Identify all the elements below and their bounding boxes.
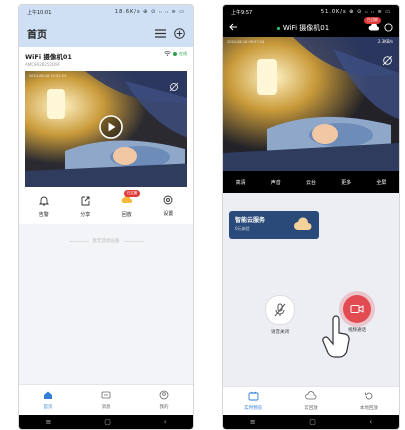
home-screen: 上午10:01 18.6K/s ⊕ ⊙ ᵢᵢ ᵢᵢ ≋ ▭ 首页 WiFi 摄像… bbox=[18, 4, 194, 430]
nav-local-playback[interactable]: 本地回放 bbox=[360, 391, 378, 411]
message-icon bbox=[101, 390, 111, 402]
nav-cloud-playback[interactable]: 云回放 bbox=[304, 391, 318, 411]
video-controls: 高清 声音 云台 更多 全屏 bbox=[223, 171, 399, 193]
nav-cloud-label: 云回放 bbox=[304, 406, 318, 411]
home-header: 首页 bbox=[19, 19, 193, 47]
live-title: WiFi 摄像机01 bbox=[276, 23, 330, 33]
camera-preview[interactable]: 2024-08-16 10:01:23 bbox=[25, 71, 187, 187]
sound-button[interactable]: 声音 bbox=[271, 179, 281, 186]
empty-hint: 暂无其他设备 bbox=[19, 224, 193, 244]
empty-text: 暂无其他设备 bbox=[92, 239, 120, 244]
status-info: 18.6K/s ⊕ ⊙ ᵢᵢ ᵢᵢ ≋ ▭ bbox=[114, 9, 185, 15]
alert-label: 告警 bbox=[38, 212, 49, 218]
privacy-icon[interactable] bbox=[382, 51, 393, 70]
online-dot bbox=[173, 52, 177, 56]
device-id: AMC9A28252D9F bbox=[25, 62, 60, 67]
bottom-nav: 实时预览 云回放 本地回放 bbox=[223, 386, 399, 415]
live-header: WiFi 摄像机01 已过期 bbox=[223, 16, 399, 37]
live-view-screen: 上午9:57 51.0K/s ⊕ ⊙ ᵢᵢ ᵢᵢ ≋ ▭ WiFi 摄像机01 … bbox=[222, 4, 400, 430]
nav-mine[interactable]: 我的 bbox=[159, 390, 169, 410]
system-nav-bar: ≡ ▢ ‹ bbox=[19, 415, 193, 429]
cloud-service-card[interactable]: 智能云服务 0元体验 bbox=[229, 211, 319, 239]
privacy-icon[interactable] bbox=[169, 77, 179, 96]
expired-badge: 已过期 bbox=[364, 16, 381, 24]
device-name: WiFi 摄像机01 bbox=[25, 53, 72, 61]
device-toolbar: 告警 分享 已过期 回放 设置 bbox=[19, 187, 193, 224]
alert-button[interactable]: 告警 bbox=[29, 195, 59, 218]
device-status: 在线 bbox=[164, 51, 187, 57]
tap-hand-icon bbox=[321, 315, 355, 365]
share-icon bbox=[80, 195, 90, 208]
video-timestamp: 2024-08-16 09:57:24 bbox=[227, 40, 265, 44]
nav-local-label: 本地回放 bbox=[359, 406, 378, 411]
video-timestamp: 2024-08-16 10:01:23 bbox=[29, 74, 67, 78]
online-dot bbox=[276, 26, 280, 30]
cloud-upload-icon bbox=[305, 391, 317, 403]
nav-home[interactable]: 首页 bbox=[43, 390, 53, 410]
playback-label: 回放 bbox=[121, 212, 132, 218]
nav-messages-label: 消息 bbox=[101, 405, 111, 410]
fullscreen-button[interactable]: 全屏 bbox=[376, 179, 386, 186]
gear-icon[interactable] bbox=[384, 22, 393, 34]
cloud-icon[interactable] bbox=[368, 22, 380, 34]
home-key-icon[interactable]: ▢ bbox=[104, 418, 111, 426]
live-preview-icon bbox=[248, 391, 259, 403]
device-card[interactable]: WiFi 摄像机01 AMC9A28252D9F 在线 2024-08-16 1… bbox=[19, 47, 193, 187]
home-icon bbox=[43, 390, 53, 402]
user-icon bbox=[159, 390, 169, 402]
camera-name: WiFi 摄像机01 bbox=[282, 24, 330, 32]
list-icon[interactable] bbox=[155, 28, 166, 38]
nav-live-label: 实时预览 bbox=[244, 406, 263, 411]
status-bar: 上午10:01 18.6K/s ⊕ ⊙ ᵢᵢ ᵢᵢ ≋ ▭ bbox=[19, 5, 193, 19]
menu-key-icon[interactable]: ≡ bbox=[45, 418, 51, 426]
play-icon[interactable] bbox=[99, 115, 123, 143]
expired-badge: 已过期 bbox=[123, 190, 141, 197]
ptz-button[interactable]: 云台 bbox=[306, 179, 316, 186]
bitrate: 2.3KB/s bbox=[377, 39, 393, 44]
bell-icon bbox=[38, 195, 49, 208]
status-time: 上午10:01 bbox=[27, 9, 52, 16]
share-label: 分享 bbox=[80, 212, 91, 218]
nav-home-label: 首页 bbox=[43, 405, 53, 410]
cloud-illustration-icon bbox=[293, 216, 315, 236]
mic-off-icon bbox=[265, 295, 295, 325]
status-time: 上午9:57 bbox=[231, 9, 253, 16]
system-nav-bar: ≡ ▢ ‹ bbox=[223, 415, 399, 429]
quality-button[interactable]: 高清 bbox=[236, 179, 246, 186]
online-label: 在线 bbox=[179, 51, 187, 56]
share-button[interactable]: 分享 bbox=[70, 195, 100, 218]
settings-button[interactable]: 设置 bbox=[153, 195, 183, 218]
add-device-icon[interactable] bbox=[174, 27, 185, 39]
nav-mine-label: 我的 bbox=[159, 405, 169, 410]
home-key-icon[interactable]: ▢ bbox=[309, 418, 316, 426]
live-video-image bbox=[223, 37, 399, 171]
more-button[interactable]: 更多 bbox=[341, 179, 351, 186]
wifi-icon bbox=[164, 51, 171, 57]
playback-button[interactable]: 已过期 回放 bbox=[112, 190, 142, 218]
settings-label: 设置 bbox=[163, 211, 174, 217]
page-title: 首页 bbox=[27, 29, 47, 41]
live-video[interactable]: 2024-08-16 09:57:24 2.3KB/s bbox=[223, 37, 399, 171]
back-arrow-icon[interactable] bbox=[229, 23, 238, 33]
back-key-icon[interactable]: ‹ bbox=[369, 418, 372, 426]
mic-toggle[interactable]: 语音关闭 bbox=[265, 295, 295, 335]
status-info: 51.0K/s ⊕ ⊙ ᵢᵢ ᵢᵢ ≋ ▭ bbox=[320, 9, 391, 15]
history-icon bbox=[364, 391, 374, 403]
nav-messages[interactable]: 消息 bbox=[101, 390, 111, 410]
mic-label: 语音关闭 bbox=[271, 330, 289, 335]
back-key-icon[interactable]: ‹ bbox=[164, 418, 167, 426]
nav-live[interactable]: 实时预览 bbox=[244, 391, 262, 411]
bottom-nav: 首页 消息 我的 bbox=[19, 384, 193, 415]
menu-key-icon[interactable]: ≡ bbox=[250, 418, 256, 426]
gear-icon bbox=[163, 195, 173, 207]
